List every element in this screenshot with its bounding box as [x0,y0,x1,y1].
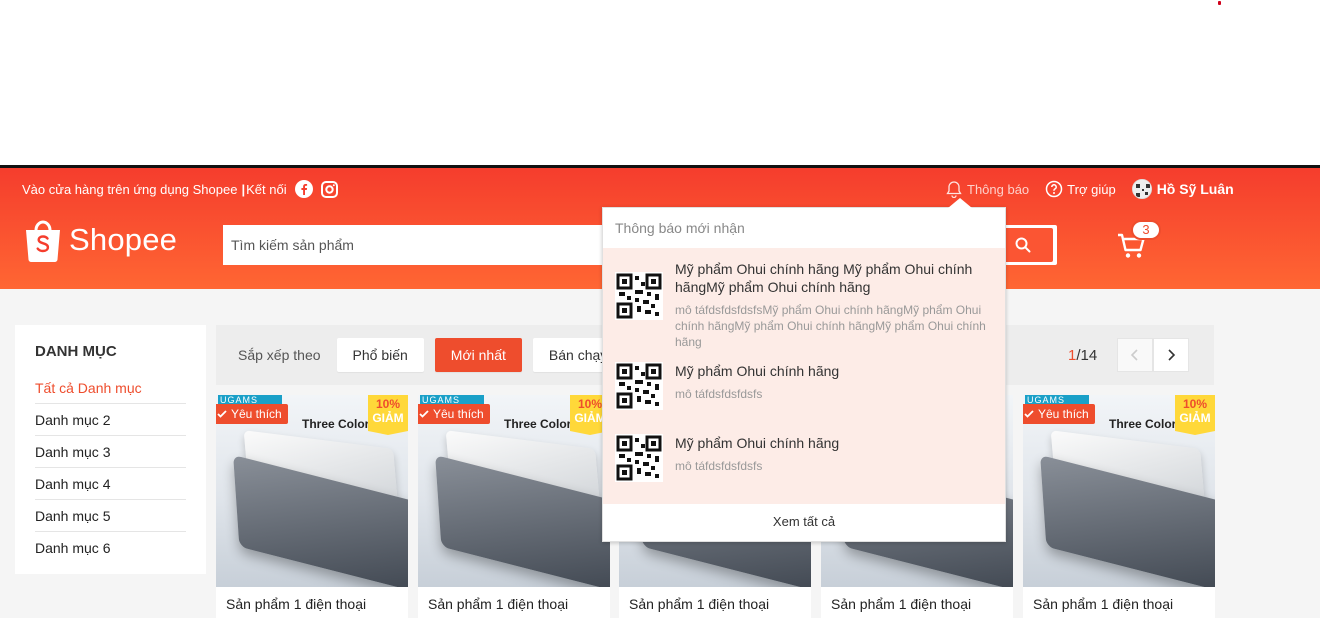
favorite-label: Yêu thích [231,407,282,421]
check-icon [419,410,429,418]
view-all-notifications-link[interactable]: Xem tất cả [603,504,1005,540]
favorite-badge: Yêu thích [418,404,490,424]
navbar-right: Thông báo Trợ giúp Hồ Sỹ Luân [945,178,1250,200]
notification-popup-title: Thông báo mới nhận [615,220,745,236]
notification-description: mô táfdsfdsfdsfs [675,459,763,473]
sort-label: Sắp xếp theo [238,347,321,363]
product-name[interactable]: Sản phẩm 1 điện thoại [1033,596,1173,612]
product-name[interactable]: Sản phẩm 1 điện thoại [226,596,366,612]
page-total: /14 [1076,346,1098,364]
sidebar-item-category-3[interactable]: Danh mục 3 [35,436,186,468]
notifications-link[interactable]: Thông báo [945,180,1029,198]
sidebar-title: DANH MỤC [35,343,117,360]
notification-description: mô táfdsfdsfdsfs [675,387,763,401]
top-navbar: Vào cửa hàng trên ứng dụng Shopee | Kết … [22,178,1320,200]
cart-button[interactable]: 3 [1116,220,1161,260]
notification-title: Mỹ phẩm Ohui chính hãng [675,435,840,451]
discount-badge: 10% GIẢM [368,395,408,435]
sidebar-item-category-2[interactable]: Danh mục 2 [35,404,186,436]
favorite-label: Yêu thích [433,407,484,421]
product-card[interactable]: UGAMS Three Colors Yêu thích 10% GIẢM Sản… [216,395,408,618]
navbar-separator: | [241,181,246,197]
discount-percent: 10% [1182,397,1208,411]
sidebar-item-category-6[interactable]: Danh mục 6 [35,532,186,564]
help-link[interactable]: Trợ giúp [1045,180,1116,198]
favorite-label: Yêu thích [1038,407,1089,421]
notification-item[interactable]: Mỹ phẩm Ohui chính hãng Mỹ phẩm Ohui chí… [603,248,1005,350]
category-sidebar: DANH MỤC Tất cả Danh mục Danh mục 2 Danh… [15,325,206,574]
decor-dot [1218,1,1221,5]
instagram-icon[interactable] [321,180,339,198]
username: Hồ Sỹ Luân [1156,181,1234,197]
blank-area [0,0,1320,165]
qr-code-icon [615,362,663,410]
chevron-left-icon [1131,349,1138,361]
check-icon [1024,410,1034,418]
notification-item[interactable]: Mỹ phẩm Ohui chính hãng mô táfdsfdsfdsfs [603,422,1005,504]
sidebar-item-all[interactable]: Tất cả Danh mục [35,372,186,404]
user-menu[interactable]: Hồ Sỹ Luân [1131,179,1234,199]
notification-popup: Thông báo mới nhận Mỹ phẩm Ohui chính hã… [602,198,1006,542]
navbar-left: Vào cửa hàng trên ứng dụng Shopee | Kết … [22,180,339,198]
notification-item[interactable]: Mỹ phẩm Ohui chính hãng mô táfdsfdsfdsfs [603,350,1005,422]
product-name[interactable]: Sản phẩm 1 điện thoại [831,596,971,612]
sidebar-item-category-5[interactable]: Danh mục 5 [35,500,186,532]
notification-title: Mỹ phẩm Ohui chính hãng [675,363,840,379]
sidebar-item-category-4[interactable]: Danh mục 4 [35,468,186,500]
product-name[interactable]: Sản phẩm 1 điện thoại [629,596,769,612]
qr-code-icon [615,434,663,482]
notification-title: Mỹ phẩm Ohui chính hãng Mỹ phẩm Ohui chí… [675,261,973,295]
sort-newest-button[interactable]: Mới nhất [434,338,522,372]
product-card[interactable]: UGAMS Three Colors Yêu thích 10% GIẢM Sản… [418,395,610,618]
product-subtitle: Three Colors [1109,417,1184,431]
bell-icon [946,181,962,198]
discount-badge: 10% GIẢM [1175,395,1215,435]
facebook-icon[interactable] [294,180,313,198]
shopee-logo[interactable]: Shopee [23,218,177,262]
product-subtitle: Three Colors [504,417,579,431]
product-card[interactable]: UGAMS Three Colors Yêu thích 10% GIẢM Sản… [1023,395,1215,618]
discount-percent: 10% [375,397,401,411]
notifications-label: Thông báo [967,181,1030,197]
next-page-button[interactable] [1153,338,1190,372]
search-icon [1015,237,1031,253]
notification-description: mô táfdsfdsfdsfsMỹ phẩm Ohui chính hãngM… [675,303,986,349]
product-name[interactable]: Sản phẩm 1 điện thoại [428,596,568,612]
qr-code-icon [615,272,663,320]
pagination: 1/14 [1068,338,1190,372]
connect-label: Kết nối [246,181,287,197]
favorite-badge: Yêu thích [1023,404,1095,424]
cart-count-badge: 3 [1131,220,1161,240]
shopping-bag-icon [23,218,63,262]
help-label: Trợ giúp [1067,181,1116,197]
logo-text: Shopee [69,222,178,257]
prev-page-button[interactable] [1117,338,1154,372]
chevron-right-icon [1168,349,1176,361]
favorite-badge: Yêu thích [216,404,288,424]
page-indicator: 1/14 [1068,347,1097,364]
help-icon [1045,180,1063,198]
product-subtitle: Three Colors [302,417,377,431]
store-app-link[interactable]: Vào cửa hàng trên ứng dụng Shopee [22,182,237,197]
discount-label: GIẢM [1179,411,1211,425]
discount-label: GIẢM [372,411,404,425]
avatar [1131,179,1152,199]
check-icon [217,410,227,418]
sort-popular-button[interactable]: Phổ biến [336,338,424,372]
